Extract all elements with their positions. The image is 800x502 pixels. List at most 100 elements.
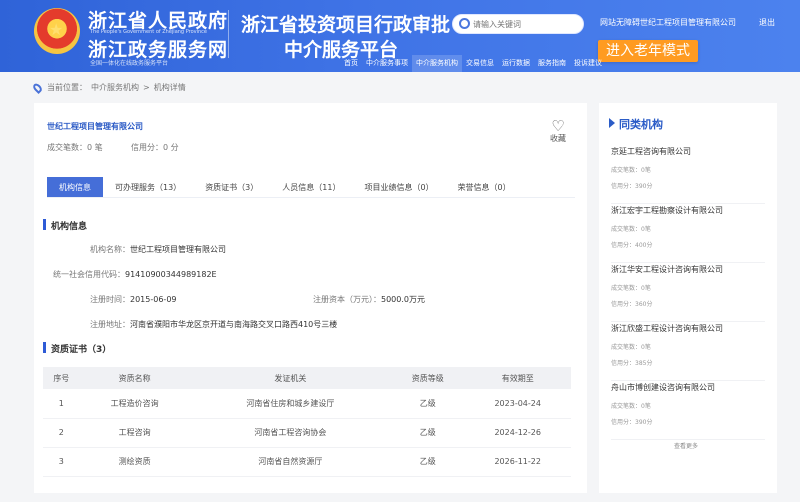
cert-issuer: 河南省工程咨询协会 bbox=[189, 418, 392, 448]
list-item[interactable]: 浙江华安工程设计咨询有限公司 成交笔数：0笔 信用分：360分 bbox=[611, 264, 765, 322]
breadcrumb-detail: 机构详情 bbox=[153, 83, 186, 92]
cert-name: 工程造价咨询 bbox=[79, 389, 190, 419]
location-icon bbox=[31, 81, 44, 94]
org-credit: 信用分：390分 bbox=[611, 183, 653, 190]
nav-service-guide[interactable]: 服务指南 bbox=[534, 55, 570, 72]
credit-code-label: 统一社会信用代码： bbox=[53, 270, 125, 279]
nav-complaints[interactable]: 投诉建议 bbox=[570, 55, 606, 72]
institution-detail-card: 世纪工程项目管理有限公司 成交笔数：0 笔 信用分：0 分 ♡ 收藏 机构信息 … bbox=[34, 103, 587, 493]
nav-operation-data[interactable]: 运行数据 bbox=[498, 55, 534, 72]
credit-score: 信用分：0 分 bbox=[131, 142, 179, 153]
tab-institution-info[interactable]: 机构信息 bbox=[47, 177, 103, 197]
institution-name-label: 机构名称： bbox=[90, 245, 130, 254]
nav-service-orgs[interactable]: 中介服务机构 bbox=[412, 55, 462, 72]
breadcrumb: 当前位置： 中介服务机构 > 机构详情 bbox=[31, 81, 186, 94]
cert-name: 测绘资质 bbox=[79, 447, 190, 477]
tab-services[interactable]: 可办理服务（13） bbox=[103, 177, 193, 197]
certificates-title: 资质证书（3） bbox=[43, 342, 111, 355]
org-credit: 信用分：360分 bbox=[611, 301, 653, 308]
credit-code-value: 91410900344989182E bbox=[125, 270, 217, 279]
table-row: 1 工程造价咨询 河南省住房和城乡建设厅 乙级 2023-04-24 bbox=[43, 389, 571, 419]
header-index: 序号 bbox=[43, 367, 80, 389]
similar-orgs-panel: 同类机构 京延工程咨询有限公司 成交笔数：0笔 信用分：390分 浙江宏宇工程勘… bbox=[599, 103, 777, 493]
nav-home[interactable]: 首页 bbox=[340, 55, 362, 72]
welcome-text: 网站无障碍世纪工程项目管理有限公司 bbox=[600, 18, 736, 27]
search-box[interactable] bbox=[452, 14, 584, 34]
org-name[interactable]: 舟山市博创建设咨询有限公司 bbox=[611, 382, 715, 393]
credit-value: 0 分 bbox=[163, 143, 179, 152]
deals-label: 成交笔数： bbox=[47, 143, 87, 152]
cert-index: 3 bbox=[43, 447, 80, 477]
cert-grade: 乙级 bbox=[391, 447, 465, 477]
cert-index: 1 bbox=[43, 389, 80, 419]
registered-capital-value: 5000.0万元 bbox=[381, 295, 425, 304]
similar-orgs-title: 同类机构 bbox=[609, 116, 663, 132]
deals-count: 成交笔数：0 笔 bbox=[47, 142, 103, 153]
table-row: 3 测绘资质 河南省自然资源厅 乙级 2026-11-22 bbox=[43, 447, 571, 477]
institution-name-row: 机构名称：世纪工程项目管理有限公司 bbox=[90, 244, 226, 255]
detail-tabs: 机构信息 可办理服务（13） 资质证书（3） 人员信息（11） 项目业绩信息（0… bbox=[47, 177, 575, 198]
institution-info-title: 机构信息 bbox=[43, 219, 87, 232]
tab-certificates[interactable]: 资质证书（3） bbox=[193, 177, 270, 197]
tab-personnel[interactable]: 人员信息（11） bbox=[270, 177, 352, 197]
cert-issuer: 河南省住房和城乡建设厅 bbox=[189, 389, 392, 419]
view-more-link[interactable]: 查看更多 bbox=[674, 441, 698, 450]
certificates-header-row: 序号 资质名称 发证机关 资质等级 有效期至 bbox=[43, 367, 571, 389]
nav-transactions[interactable]: 交易信息 bbox=[462, 55, 498, 72]
org-name[interactable]: 浙江欣盛工程设计咨询有限公司 bbox=[611, 323, 723, 334]
cert-issuer: 河南省自然资源厅 bbox=[189, 447, 392, 477]
registered-address-row: 注册地址：河南省濮阳市华龙区京开道与南海路交叉口路西410号三楼 bbox=[90, 319, 337, 330]
breadcrumb-service-orgs-link[interactable]: 中介服务机构 bbox=[91, 82, 139, 93]
org-deals: 成交笔数：0笔 bbox=[611, 344, 651, 351]
org-deals: 成交笔数：0笔 bbox=[611, 285, 651, 292]
list-item[interactable]: 舟山市博创建设咨询有限公司 成交笔数：0笔 信用分：390分 bbox=[611, 382, 765, 440]
cert-name: 工程咨询 bbox=[79, 418, 190, 448]
search-icon[interactable] bbox=[459, 18, 470, 29]
credit-label: 信用分： bbox=[131, 143, 163, 152]
breadcrumb-separator: > bbox=[143, 83, 150, 92]
heart-icon[interactable]: ♡ bbox=[550, 119, 566, 134]
tab-honors[interactable]: 荣誉信息（0） bbox=[446, 177, 523, 197]
org-credit: 信用分：390分 bbox=[611, 419, 653, 426]
list-item[interactable]: 浙江宏宇工程勘察设计有限公司 成交笔数：0笔 信用分：400分 bbox=[611, 205, 765, 263]
list-item[interactable]: 浙江欣盛工程设计咨询有限公司 成交笔数：0笔 信用分：385分 bbox=[611, 323, 765, 381]
org-credit: 信用分：385分 bbox=[611, 360, 653, 367]
org-name[interactable]: 浙江宏宇工程勘察设计有限公司 bbox=[611, 205, 723, 216]
breadcrumb-current-label: 当前位置： bbox=[47, 83, 87, 92]
registration-time-label: 注册时间： bbox=[90, 295, 130, 304]
tab-project-performance[interactable]: 项目业绩信息（0） bbox=[352, 177, 445, 197]
registration-time-value: 2015-06-09 bbox=[130, 295, 177, 304]
elder-mode-button[interactable]: 进入老年模式 bbox=[598, 40, 698, 62]
registered-capital-row: 注册资本（万元）：5000.0万元 bbox=[313, 294, 425, 305]
cert-index: 2 bbox=[43, 418, 80, 448]
registration-time-row: 注册时间：2015-06-09 bbox=[90, 294, 177, 305]
list-item[interactable]: 京延工程咨询有限公司 成交笔数：0笔 信用分：390分 bbox=[611, 146, 765, 204]
national-emblem-icon: ★ bbox=[34, 8, 80, 54]
header-divider bbox=[228, 10, 229, 58]
org-credit: 信用分：400分 bbox=[611, 242, 653, 249]
service-network-subtitle: 全国一体化在线政务服务平台 bbox=[90, 60, 169, 67]
header-grade: 资质等级 bbox=[391, 367, 465, 389]
main-navigation: 首页 中介服务事项 中介服务机构 交易信息 运行数据 服务指南 投诉建议 bbox=[340, 55, 606, 72]
logout-link[interactable]: 退出 bbox=[759, 17, 775, 28]
cert-grade: 乙级 bbox=[391, 389, 465, 419]
org-name[interactable]: 浙江华安工程设计咨询有限公司 bbox=[611, 264, 723, 275]
cert-expiry: 2023-04-24 bbox=[464, 389, 571, 419]
org-deals: 成交笔数：0笔 bbox=[611, 226, 651, 233]
org-name[interactable]: 京延工程咨询有限公司 bbox=[611, 146, 691, 157]
company-name: 世纪工程项目管理有限公司 bbox=[47, 122, 143, 131]
registered-capital-label: 注册资本（万元）： bbox=[313, 295, 381, 304]
site-header: ★ 浙江省人民政府 The People's Government of Zhe… bbox=[0, 0, 800, 72]
favorite-button[interactable]: ♡ 收藏 bbox=[550, 119, 566, 144]
header-issuer: 发证机关 bbox=[189, 367, 392, 389]
certificates-table: 序号 资质名称 发证机关 资质等级 有效期至 1 工程造价咨询 河南省住房和城乡… bbox=[43, 367, 571, 477]
cert-expiry: 2024-12-26 bbox=[464, 418, 571, 448]
institution-name-value: 世纪工程项目管理有限公司 bbox=[130, 245, 226, 254]
registered-address-label: 注册地址： bbox=[90, 320, 130, 329]
header-cert-name: 资质名称 bbox=[79, 367, 190, 389]
org-deals: 成交笔数：0笔 bbox=[611, 403, 651, 410]
nav-service-items[interactable]: 中介服务事项 bbox=[362, 55, 412, 72]
search-input[interactable] bbox=[473, 17, 577, 31]
cert-grade: 乙级 bbox=[391, 418, 465, 448]
table-row: 2 工程咨询 河南省工程咨询协会 乙级 2024-12-26 bbox=[43, 418, 571, 448]
